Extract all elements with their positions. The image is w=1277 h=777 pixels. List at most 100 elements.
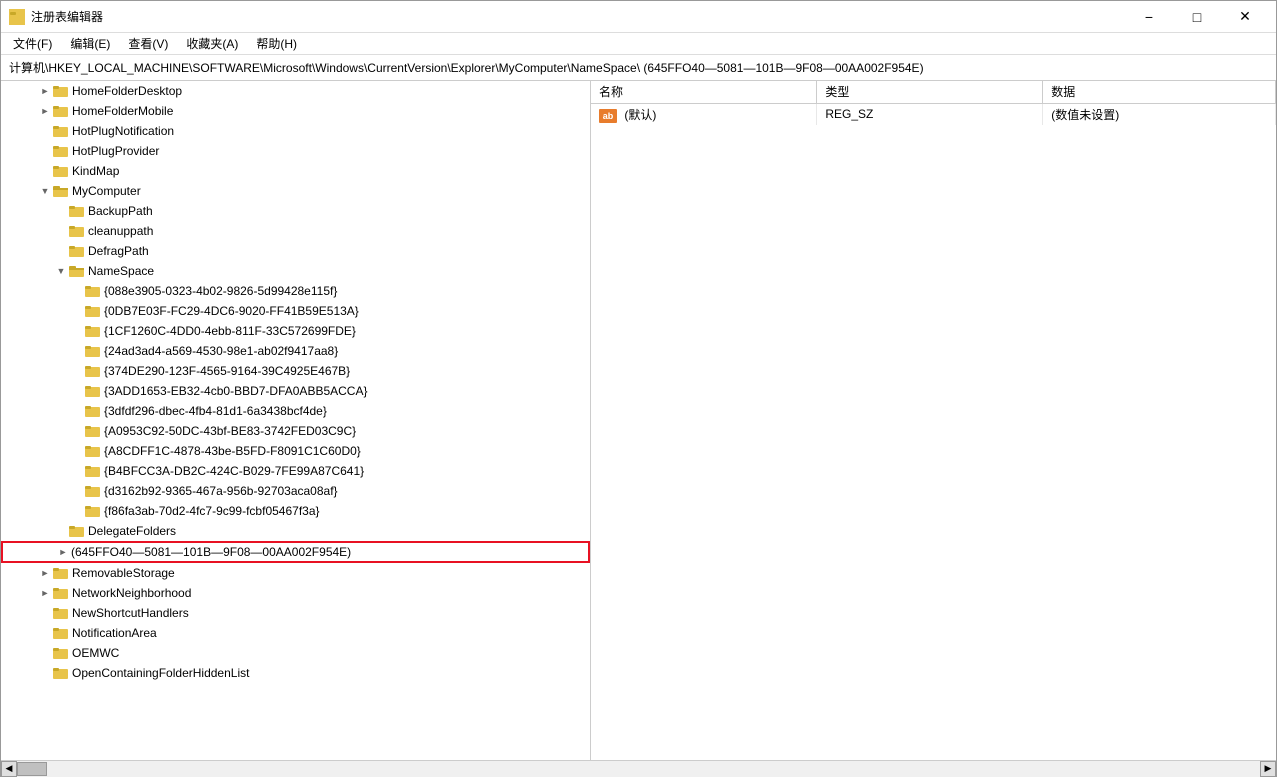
- tree-label-ns6: {3ADD1653-EB32-4cb0-BBD7-DFA0ABB5ACCA}: [104, 384, 590, 398]
- tree-item-namespace[interactable]: ▼ NameSpace: [1, 261, 590, 281]
- folder-icon: [85, 404, 101, 418]
- tree-item-ns2[interactable]: ► {0DB7E03F-FC29-4DC6-9020-FF41B59E513A}: [1, 301, 590, 321]
- folder-icon: [53, 566, 69, 580]
- tree-label-newshortcut-handlers: NewShortcutHandlers: [72, 606, 590, 620]
- folder-icon: [85, 384, 101, 398]
- tree-label-delegatefolders: DelegateFolders: [88, 524, 590, 538]
- expand-icon[interactable]: ►: [37, 103, 53, 119]
- menu-help[interactable]: 帮助(H): [248, 33, 305, 54]
- folder-icon: [85, 464, 101, 478]
- menu-file[interactable]: 文件(F): [5, 33, 60, 54]
- folder-icon: [69, 224, 85, 238]
- folder-icon: [85, 344, 101, 358]
- tree-item-hotplug-notification[interactable]: ► HotPlugNotification: [1, 121, 590, 141]
- tree-item-ns1[interactable]: ► {088e3905-0323-4b02-9826-5d99428e115f}: [1, 281, 590, 301]
- tree-item-ns11[interactable]: ► {d3162b92-9365-467a-956b-92703aca08af}: [1, 481, 590, 501]
- folder-icon: [85, 324, 101, 338]
- tree-item-delegatefolders[interactable]: ► DelegateFolders: [1, 521, 590, 541]
- tree-item-backuppath[interactable]: ► BackupPath: [1, 201, 590, 221]
- tree-item-ns6[interactable]: ► {3ADD1653-EB32-4cb0-BBD7-DFA0ABB5ACCA}: [1, 381, 590, 401]
- folder-icon: [53, 586, 69, 600]
- minimize-button[interactable]: −: [1126, 1, 1172, 33]
- tree-item-notification-area[interactable]: ► NotificationArea: [1, 623, 590, 643]
- tree-item-oemwc[interactable]: ► OEMWC: [1, 643, 590, 663]
- scroll-right-button[interactable]: ▶: [1260, 761, 1276, 777]
- path-bar: 计算机\HKEY_LOCAL_MACHINE\SOFTWARE\Microsof…: [1, 55, 1276, 81]
- expand-icon[interactable]: ▼: [53, 263, 69, 279]
- folder-icon: [85, 364, 101, 378]
- folder-icon-open: [69, 264, 85, 278]
- tree-item-cleanuppath[interactable]: ► cleanuppath: [1, 221, 590, 241]
- tree-item-homefolder-mobile[interactable]: ► HomeFolderMobile: [1, 101, 590, 121]
- folder-icon: [53, 606, 69, 620]
- tree-item-newshortcut-handlers[interactable]: ► NewShortcutHandlers: [1, 603, 590, 623]
- expand-icon[interactable]: ►: [37, 585, 53, 601]
- tree-item-ns8[interactable]: ► {A0953C92-50DC-43bf-BE83-3742FED03C9C}: [1, 421, 590, 441]
- tree-label-ns11: {d3162b92-9365-467a-956b-92703aca08af}: [104, 484, 590, 498]
- menu-view[interactable]: 查看(V): [120, 33, 176, 54]
- folder-icon: [85, 424, 101, 438]
- table-row[interactable]: ab (默认) REG_SZ (数值未设置): [591, 103, 1276, 125]
- folder-icon: [53, 666, 69, 680]
- tree-label-ns3: {1CF1260C-4DD0-4ebb-811F-33C572699FDE}: [104, 324, 590, 338]
- tree-label-open-containing: OpenContainingFolderHiddenList: [72, 666, 590, 680]
- ab-icon: ab: [599, 109, 617, 123]
- tree-item-ns9[interactable]: ► {A8CDFF1C-4878-43be-B5FD-F8091C1C60D0}: [1, 441, 590, 461]
- tree-item-ns3[interactable]: ► {1CF1260C-4DD0-4ebb-811F-33C572699FDE}: [1, 321, 590, 341]
- tree-item-selected-645[interactable]: ► (645FFO40—5081—101B—9F08—00AA002F954E): [1, 541, 590, 563]
- tree-label-hotplug-provider: HotPlugProvider: [72, 144, 590, 158]
- tree-label-ns9: {A8CDFF1C-4878-43be-B5FD-F8091C1C60D0}: [104, 444, 590, 458]
- tree-label-ns1: {088e3905-0323-4b02-9826-5d99428e115f}: [104, 284, 590, 298]
- tree-label-ns5: {374DE290-123F-4565-9164-39C4925E467B}: [104, 364, 590, 378]
- folder-icon: [85, 284, 101, 298]
- tree-label-backuppath: BackupPath: [88, 204, 590, 218]
- tree-item-open-containing[interactable]: ► OpenContainingFolderHiddenList: [1, 663, 590, 683]
- tree-item-kindmap[interactable]: ► KindMap: [1, 161, 590, 181]
- tree-label-namespace: NameSpace: [88, 264, 590, 278]
- expand-icon[interactable]: ►: [37, 83, 53, 99]
- expand-icon[interactable]: ►: [37, 565, 53, 581]
- folder-icon: [85, 304, 101, 318]
- folder-icon: [53, 144, 69, 158]
- menu-edit[interactable]: 编辑(E): [62, 33, 118, 54]
- folder-icon: [69, 244, 85, 258]
- tree-item-ns10[interactable]: ► {B4BFCC3A-DB2C-424C-B029-7FE99A87C641}: [1, 461, 590, 481]
- folder-icon: [53, 124, 69, 138]
- folder-icon: [53, 164, 69, 178]
- tree-panel[interactable]: ► HomeFolderDesktop ► HomeFolderMobile ►: [1, 81, 591, 760]
- maximize-button[interactable]: □: [1174, 1, 1220, 33]
- tree-item-ns5[interactable]: ► {374DE290-123F-4565-9164-39C4925E467B}: [1, 361, 590, 381]
- tree-label-homefolder-desktop: HomeFolderDesktop: [72, 84, 590, 98]
- tree-item-ns12[interactable]: ► {f86fa3ab-70d2-4fc7-9c99-fcbf05467f3a}: [1, 501, 590, 521]
- tree-item-removable-storage[interactable]: ► RemovableStorage: [1, 563, 590, 583]
- tree-label-kindmap: KindMap: [72, 164, 590, 178]
- scroll-left-button[interactable]: ◀: [1, 761, 17, 777]
- tree-item-defragpath[interactable]: ► DefragPath: [1, 241, 590, 261]
- tree-label-ns8: {A0953C92-50DC-43bf-BE83-3742FED03C9C}: [104, 424, 590, 438]
- tree-item-ns4[interactable]: ► {24ad3ad4-a569-4530-98e1-ab02f9417aa8}: [1, 341, 590, 361]
- menu-favorites[interactable]: 收藏夹(A): [178, 33, 246, 54]
- tree-item-ns7[interactable]: ► {3dfdf296-dbec-4fb4-81d1-6a3438bcf4de}: [1, 401, 590, 421]
- cell-name: ab (默认): [591, 103, 817, 125]
- regedit-window: 注册表编辑器 − □ ✕ 文件(F) 编辑(E) 查看(V) 收藏夹(A) 帮助…: [0, 0, 1277, 777]
- col-data[interactable]: 数据: [1043, 81, 1276, 103]
- expand-icon[interactable]: ►: [55, 544, 71, 560]
- col-name[interactable]: 名称: [591, 81, 817, 103]
- tree-item-network-neighborhood[interactable]: ► NetworkNeighborhood: [1, 583, 590, 603]
- close-button[interactable]: ✕: [1222, 1, 1268, 33]
- scroll-thumb[interactable]: [17, 762, 47, 776]
- tree-item-mycomputer[interactable]: ▼ MyComputer: [1, 181, 590, 201]
- expand-icon[interactable]: ▼: [37, 183, 53, 199]
- title-bar-left: 注册表编辑器: [9, 8, 103, 25]
- window-title: 注册表编辑器: [31, 8, 103, 25]
- cell-data: (数值未设置): [1043, 103, 1276, 125]
- tree-label-ns4: {24ad3ad4-a569-4530-98e1-ab02f9417aa8}: [104, 344, 590, 358]
- tree-item-hotplug-provider[interactable]: ► HotPlugProvider: [1, 141, 590, 161]
- tree-label-cleanuppath: cleanuppath: [88, 224, 590, 238]
- folder-icon: [53, 104, 69, 118]
- title-bar: 注册表编辑器 − □ ✕: [1, 1, 1276, 33]
- col-type[interactable]: 类型: [817, 81, 1043, 103]
- horizontal-scrollbar[interactable]: ◀ ▶: [1, 760, 1276, 776]
- scroll-track[interactable]: [17, 761, 1260, 777]
- tree-item-homefolder-desktop[interactable]: ► HomeFolderDesktop: [1, 81, 590, 101]
